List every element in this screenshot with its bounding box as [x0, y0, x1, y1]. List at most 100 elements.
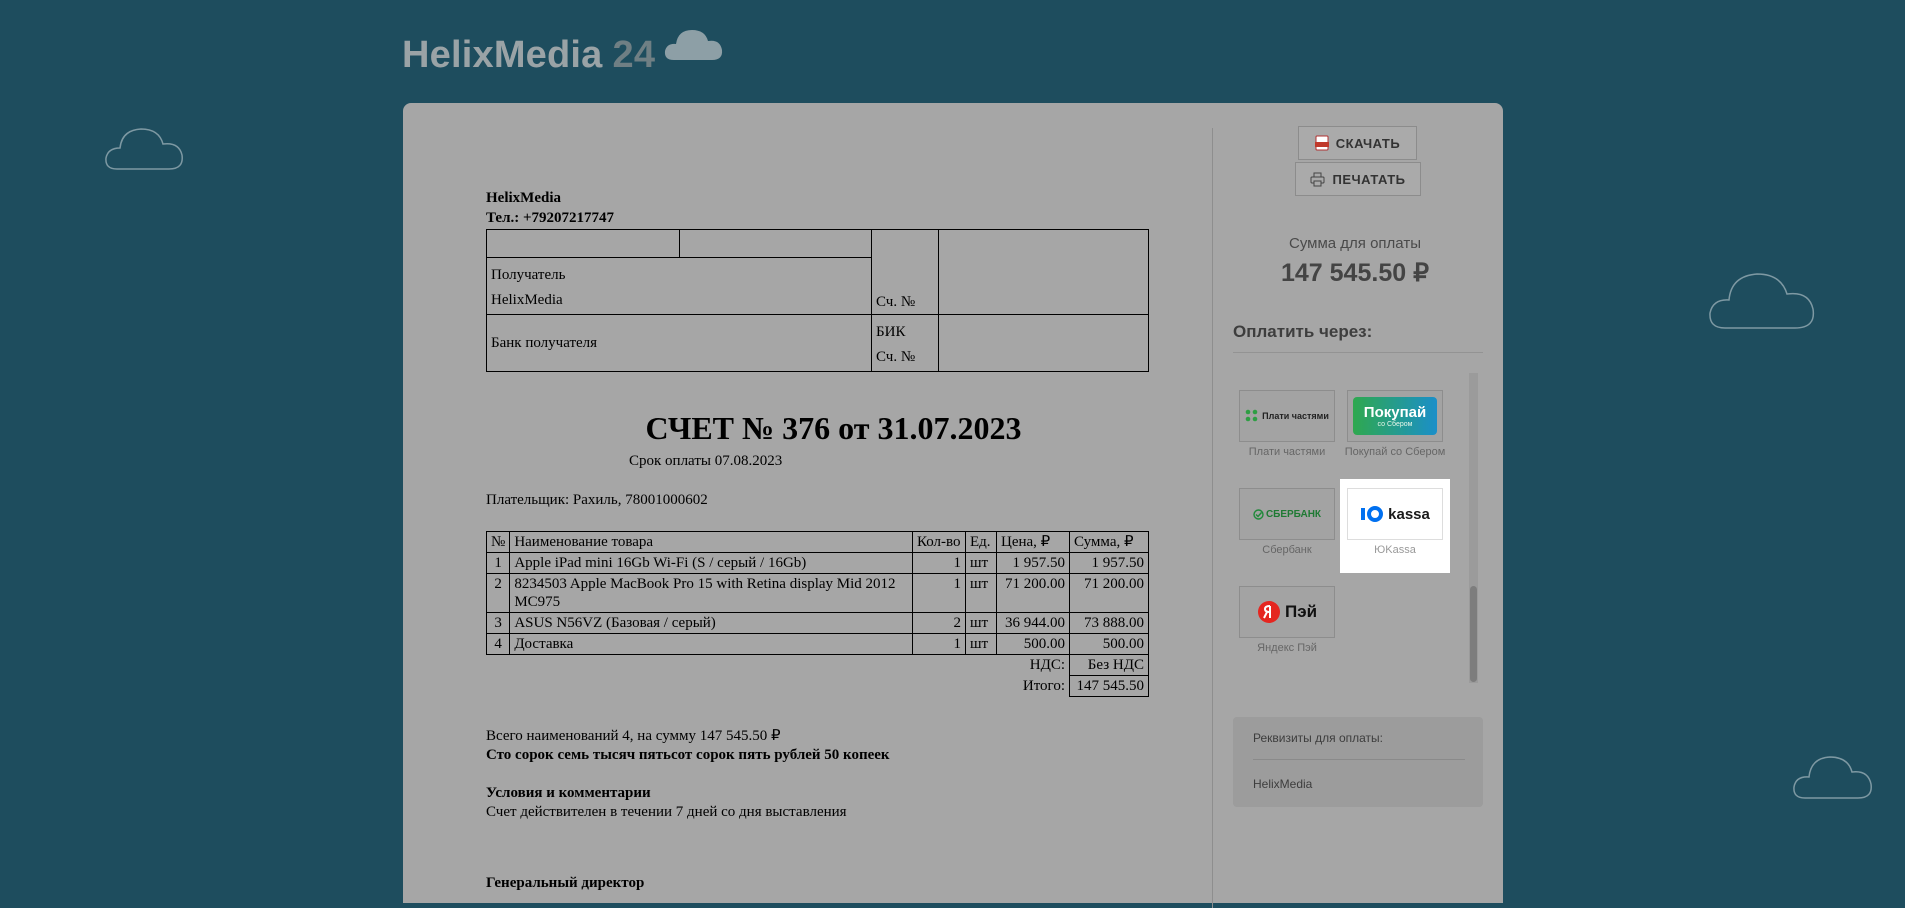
requisites-divider [1253, 759, 1465, 760]
brand-title: HelixMedia 24 [402, 34, 655, 77]
invoice-document: HelixMedia Тел.: +79207217747 Сч. № Полу… [485, 188, 1151, 893]
bik-cell: БИК Сч. № [871, 314, 939, 372]
bank-cell-empty [486, 229, 680, 258]
total-label: Итого: [1022, 677, 1065, 694]
payment-sidebar: СКАЧАТЬ ПЕЧАТАТЬ Сумма для оплаты 147 54… [1230, 103, 1490, 903]
row-qty: 1 [912, 573, 966, 613]
header-cell: Цена, ₽ [996, 531, 1070, 553]
vat-label: НДС: [1029, 657, 1065, 673]
table-row: 4 Доставка 1 шт 500.00 500.00 [485, 633, 1149, 655]
row-name: Apple iPad mini 16Gb Wi-Fi (S / серый / … [509, 552, 913, 574]
payment-method-yandex-pay[interactable]: Пэй Яндекс Пэй [1232, 586, 1342, 655]
yookassa-label: ЮKassa [1374, 544, 1416, 556]
cloud-icon [1709, 273, 1815, 329]
yookassa-icon [1361, 506, 1384, 522]
installments-logo-text: Плати частями [1262, 411, 1329, 421]
pokupai-label: Покупай со Сбером [1344, 446, 1446, 458]
row-number: 4 [485, 633, 511, 655]
recipient-name: HelixMedia [491, 292, 563, 308]
invoice-panel: HelixMedia Тел.: +79207217747 Сч. № Полу… [403, 103, 1503, 908]
row-sum: 71 200.00 [1069, 573, 1149, 613]
row-name: Доставка [509, 633, 913, 655]
payment-method-yookassa[interactable]: kassa ЮKassa [1340, 479, 1450, 573]
company-phone: Тел.: +79207217747 [486, 210, 615, 226]
sum-value: 147 545.50 ₽ [1281, 259, 1429, 287]
row-name: 8234503 Apple MacBook Pro 15 with Retina… [509, 573, 913, 613]
conditions-title: Условия и комментарии [486, 785, 651, 801]
header-cell: Ед. [965, 531, 997, 553]
sberbank-logo: СБЕРБАНК [1239, 488, 1335, 540]
items-summary: Всего наименований 4, на сумму 147 545.5… [486, 728, 781, 744]
requisites-box: Реквизиты для оплаты: HelixMedia [1233, 717, 1483, 807]
print-button[interactable]: ПЕЧАТАТЬ [1295, 162, 1421, 196]
account-value [938, 229, 1149, 315]
pokupai-logo-subtext: со Сбером [1377, 421, 1413, 428]
yandex-pay-label: Яндекс Пэй [1257, 642, 1317, 654]
cloud-icon [105, 128, 183, 170]
row-price: 71 200.00 [996, 573, 1070, 613]
header-cell: № [485, 531, 511, 553]
table-row: 2 8234503 Apple MacBook Pro 15 with Reti… [485, 573, 1149, 613]
row-number: 2 [485, 573, 511, 613]
pay-via-heading: Оплатить через: [1233, 322, 1373, 341]
brand-name: HelixMedia [402, 34, 603, 76]
items-header-row: № Наименование товара Кол-во Ед. Цена, ₽… [485, 531, 1149, 553]
payment-methods-list: Плати частями Плати частями Покупай со С… [1230, 373, 1470, 683]
dots-icon [1245, 409, 1258, 422]
conditions-text: Счет действителен в течении 7 дней со дн… [486, 804, 847, 820]
cloud-icon [664, 30, 723, 60]
print-label: ПЕЧАТАТЬ [1332, 171, 1406, 187]
bank-cell-empty [679, 229, 872, 258]
cloud-icon [1793, 756, 1872, 799]
row-price: 500.00 [996, 633, 1070, 655]
requisites-name: HelixMedia [1253, 777, 1313, 791]
pdf-icon [1314, 135, 1329, 151]
payment-method-sber-pokupai[interactable]: Покупай со Сбером Покупай со Сбером [1340, 390, 1450, 459]
payment-method-sberbank[interactable]: СБЕРБАНК Сбербанк [1232, 488, 1342, 557]
table-row: 1 Apple iPad mini 16Gb Wi-Fi (S / серый … [485, 552, 1149, 574]
bank-label: Банк получателя [486, 314, 872, 372]
yandex-pay-logo: Пэй [1239, 586, 1335, 638]
total-value: 147 545.50 [1069, 675, 1149, 697]
pokupai-logo: Покупай со Сбером [1347, 390, 1443, 442]
bank-details-table: Сч. № Получатель HelixMedia Банк получат… [486, 229, 1149, 372]
yandex-pay-logo-text: Пэй [1284, 602, 1318, 621]
pokupai-logo-text: Покупай [1363, 404, 1427, 421]
yookassa-logo-text: kassa [1388, 505, 1430, 523]
invoice-title: СЧЕТ № 376 от 31.07.2023 [645, 410, 1022, 446]
items-table: № Наименование товара Кол-во Ед. Цена, ₽… [485, 531, 1149, 697]
amount-in-words: Сто сорок семь тысяч пятьсот сорок пять … [486, 747, 890, 763]
header-cell: Наименование товара [509, 531, 913, 553]
pay-via-divider [1233, 352, 1483, 353]
row-number: 3 [485, 612, 511, 634]
bank-account-label: Сч. № [876, 349, 916, 365]
invoice-payer: Плательщик: Рахиль, 78001000602 [486, 492, 708, 508]
bik-label: БИК [876, 324, 906, 340]
header-cell: Кол-во [912, 531, 966, 553]
table-row: 3 ASUS N56VZ (Базовая / серый) 2 шт 36 9… [485, 612, 1149, 634]
sberbank-logo-text: СБЕРБАНК [1265, 508, 1322, 520]
installments-label: Плати частями [1248, 446, 1326, 458]
payment-method-installments[interactable]: Плати частями Плати частями [1232, 390, 1342, 459]
row-unit: шт [965, 612, 997, 634]
account-label: Сч. № [871, 229, 939, 315]
download-button[interactable]: СКАЧАТЬ [1298, 126, 1417, 160]
recipient-cell: Получатель HelixMedia [486, 257, 872, 315]
row-qty: 1 [912, 552, 966, 574]
vat-row: НДС: Без НДС [487, 654, 1149, 676]
row-unit: шт [965, 552, 997, 574]
row-unit: шт [965, 633, 997, 655]
row-sum: 1 957.50 [1069, 552, 1149, 574]
methods-scrollbar-thumb[interactable] [1470, 586, 1477, 682]
row-qty: 1 [912, 633, 966, 655]
panel-divider [1212, 128, 1213, 908]
company-name: HelixMedia [486, 190, 561, 206]
download-label: СКАЧАТЬ [1335, 135, 1401, 151]
row-number: 1 [485, 552, 511, 574]
sum-label: Сумма для оплаты [1289, 235, 1421, 252]
sber-check-icon [1253, 508, 1264, 520]
recipient-label: Получатель [491, 267, 566, 283]
row-price: 36 944.00 [996, 612, 1070, 634]
yandex-icon [1257, 601, 1280, 623]
row-unit: шт [965, 573, 997, 613]
